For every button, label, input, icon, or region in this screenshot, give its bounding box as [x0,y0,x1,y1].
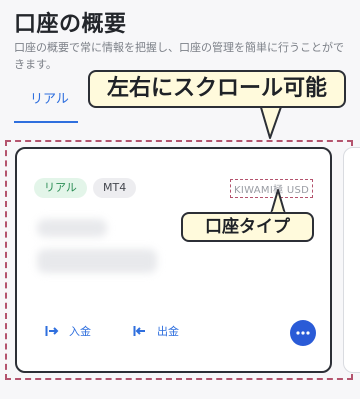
page-title: 口座の概要 [14,12,127,37]
account-badge-platform: MT4 [93,178,137,198]
deposit-button[interactable]: 入金 [45,323,91,339]
tab-label: リアル [30,92,69,107]
next-account-card[interactable] [343,147,360,373]
withdraw-arrow-icon [133,325,147,337]
callout-tail-scroll [259,104,283,139]
blurred-balance [37,249,157,273]
more-options-button[interactable] [290,320,316,346]
account-badge-real: リアル [34,178,87,198]
withdraw-button[interactable]: 出金 [133,323,179,339]
account-type-callout: 口座タイプ [181,212,314,242]
deposit-label: 入金 [69,325,91,338]
page-description: 口座の概要で常に情報を把握し、口座の管理を簡単に行うことができます。 [14,41,344,71]
account-card[interactable]: リアル MT4 KIWAMI極 USD 入金 出金 [15,147,332,373]
deposit-arrow-icon [45,325,59,337]
tab-active-indicator [14,121,78,123]
withdraw-label: 出金 [157,325,179,338]
ellipsis-icon [296,331,310,335]
blurred-account-number [37,219,107,237]
scroll-hint-callout: 左右にスクロール可能 [88,70,346,108]
tab-real[interactable]: リアル [14,80,78,124]
